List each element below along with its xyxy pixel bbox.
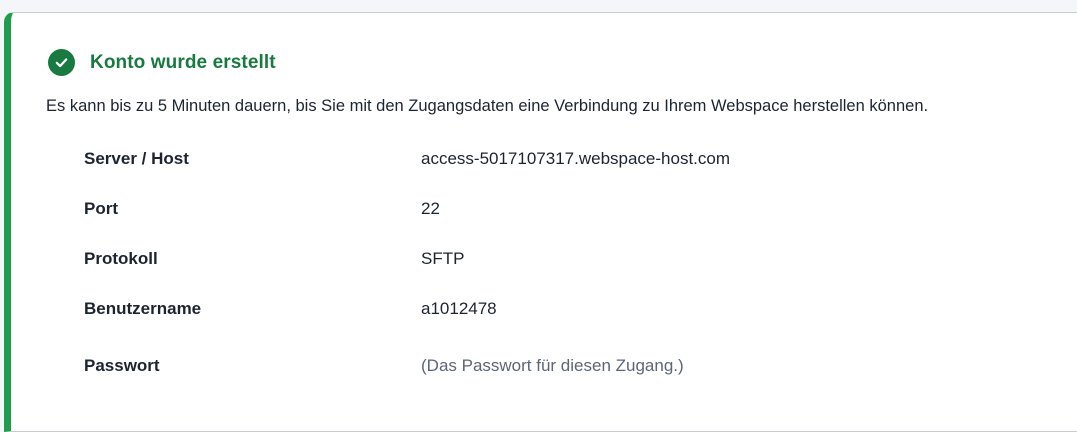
check-circle-icon <box>48 49 75 76</box>
detail-value[interactable]: a1012478 <box>421 299 497 319</box>
detail-label: Port <box>84 199 118 218</box>
notice-header: Konto wurde erstellt <box>48 49 276 76</box>
detail-label: Benutzername <box>84 299 202 318</box>
success-notice-card: Konto wurde erstellt Es kann bis zu 5 Mi… <box>4 12 1077 432</box>
detail-row-benutzername: Benutzername a1012478 <box>84 299 497 319</box>
detail-label: Passwort <box>84 356 160 375</box>
detail-row-passwort: Passwort (Das Passwort für diesen Zugang… <box>84 356 684 376</box>
detail-row-protokoll: Protokoll SFTP <box>84 249 464 269</box>
notice-description: Es kann bis zu 5 Minuten dauern, bis Sie… <box>46 97 929 115</box>
detail-value: (Das Passwort für diesen Zugang.) <box>421 356 684 375</box>
detail-value[interactable]: 22 <box>421 199 440 219</box>
detail-label: Server / Host <box>84 149 189 168</box>
detail-row-server-host: Server / Host access-5017107317.webspace… <box>84 149 730 169</box>
notice-title: Konto wurde erstellt <box>90 51 276 73</box>
detail-value[interactable]: access-5017107317.webspace-host.com <box>421 149 730 169</box>
detail-value[interactable]: SFTP <box>421 249 464 269</box>
detail-row-port: Port 22 <box>84 199 440 219</box>
detail-label: Protokoll <box>84 249 158 268</box>
